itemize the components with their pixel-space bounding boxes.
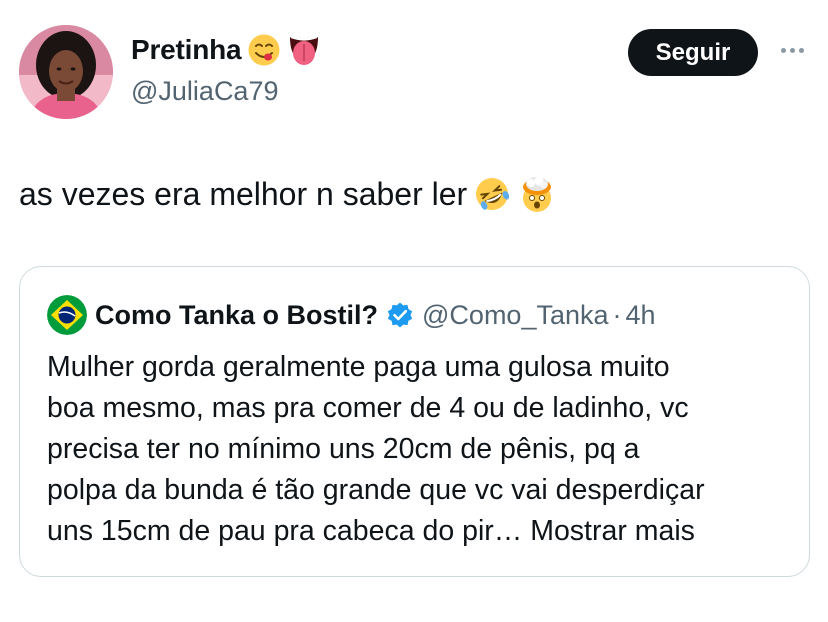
quote-timestamp[interactable]: 4h (626, 300, 656, 331)
avatar-image (19, 25, 113, 119)
quote-header: Como Tanka o Bostil? @Como_Tanka · 4h (47, 295, 656, 335)
quote-line-last: uns 15cm de pau pra cabeca do pir… Mostr… (47, 511, 797, 552)
author-display-name[interactable]: Pretinha (131, 34, 242, 66)
quote-display-name[interactable]: Como Tanka o Bostil? (95, 300, 378, 331)
quote-avatar[interactable] (47, 295, 87, 335)
rofl-emoji-icon (473, 175, 511, 213)
show-more-link[interactable]: Mostrar mais (530, 515, 695, 547)
quote-body: Mulher gorda geralmente paga uma gulosa … (47, 347, 797, 552)
yum-emoji-icon (247, 33, 281, 67)
quote-line: precisa ter no mínimo uns 20cm de pênis,… (47, 433, 640, 465)
exploding-head-emoji-icon (517, 174, 557, 214)
brazil-flag-icon (47, 295, 87, 335)
quote-line: polpa da bunda é tão grande que vc vai d… (47, 474, 705, 506)
tongue-emoji-icon (287, 33, 321, 67)
quote-line: boa mesmo, mas pra comer de 4 ou de ladi… (47, 392, 689, 424)
quote-handle[interactable]: @Como_Tanka (422, 300, 609, 331)
author-handle[interactable]: @JuliaCa79 (131, 76, 279, 107)
avatar[interactable] (19, 25, 113, 119)
dot (798, 47, 804, 53)
tweet-text-row: as vezes era melhor n saber ler (19, 174, 557, 214)
dot (789, 47, 795, 53)
more-dots-icon[interactable] (776, 38, 808, 62)
follow-button[interactable]: Seguir (628, 29, 758, 76)
quoted-tweet-card[interactable]: Como Tanka o Bostil? @Como_Tanka · 4h Mu… (19, 266, 810, 577)
dot (780, 47, 786, 53)
verified-badge-icon (386, 301, 414, 329)
quote-separator: · (612, 299, 622, 330)
quote-line: uns 15cm de pau pra cabeca do pir… (47, 515, 523, 547)
quote-line: Mulher gorda geralmente paga uma gulosa … (47, 351, 670, 383)
tweet-text: as vezes era melhor n saber ler (19, 175, 468, 212)
author-name-row: Pretinha (131, 33, 321, 67)
